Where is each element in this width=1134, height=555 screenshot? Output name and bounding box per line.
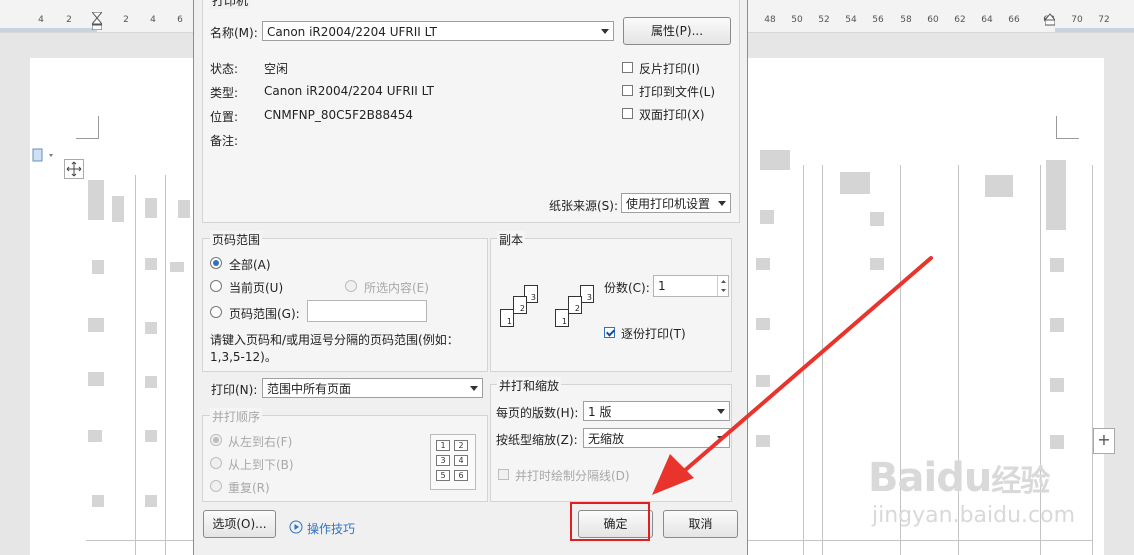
annotation-arrow-icon [652, 256, 933, 495]
